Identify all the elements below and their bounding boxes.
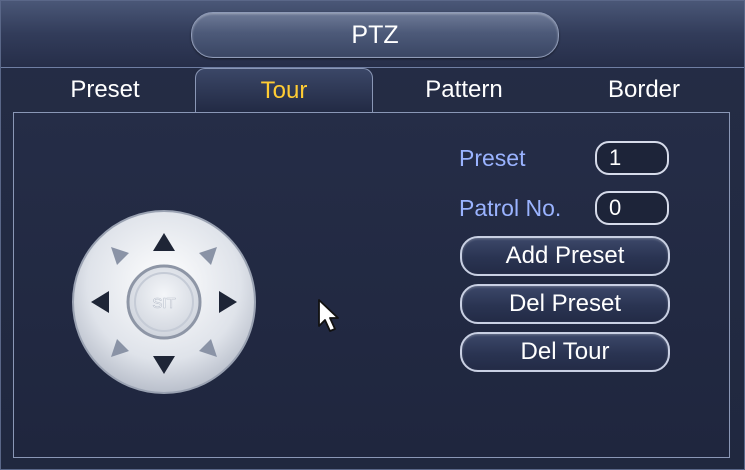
mouse-pointer-icon <box>318 299 339 332</box>
ptz-window: PTZ Preset Tour Pattern Border SIT Prese… <box>0 0 745 470</box>
tab-border[interactable]: Border <box>583 68 705 112</box>
tab-bar: Preset Tour Pattern Border <box>1 68 744 112</box>
dpad-center-label[interactable]: SIT <box>152 295 176 313</box>
add-preset-button[interactable]: Add Preset <box>460 236 670 276</box>
direction-pad-icon[interactable]: SIT <box>71 209 257 395</box>
del-tour-button[interactable]: Del Tour <box>460 332 670 372</box>
tab-tour[interactable]: Tour <box>195 68 373 112</box>
patrol-no-field[interactable]: 0 <box>595 191 669 225</box>
patrol-no-label: Patrol No. <box>459 195 562 221</box>
preset-label: Preset <box>459 145 526 171</box>
tab-preset[interactable]: Preset <box>41 68 169 112</box>
title-bar: PTZ <box>1 1 744 68</box>
preset-field[interactable]: 1 <box>595 141 669 175</box>
window-title: PTZ <box>191 12 559 58</box>
tab-pattern[interactable]: Pattern <box>399 68 529 112</box>
del-preset-button[interactable]: Del Preset <box>460 284 670 324</box>
